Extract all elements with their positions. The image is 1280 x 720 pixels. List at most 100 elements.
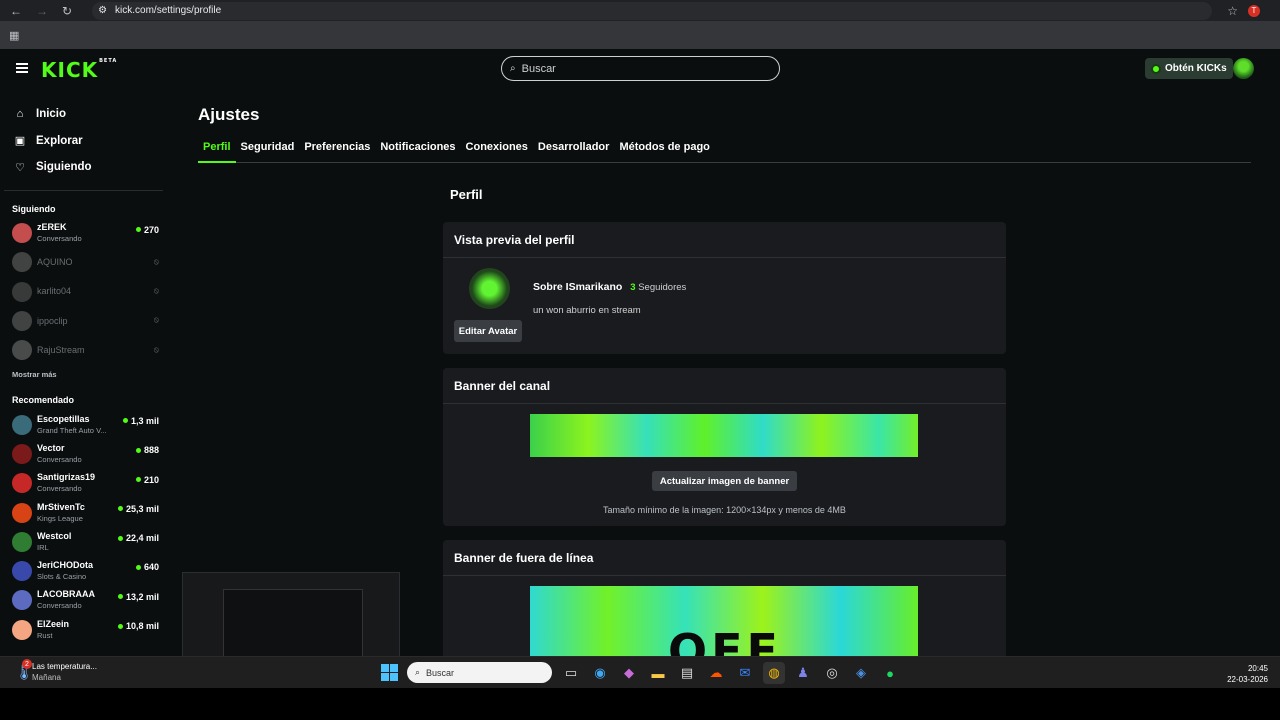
get-kicks-label: Obtén KICKs bbox=[1165, 63, 1227, 74]
channel-item[interactable]: LACOBRAAA Conversando 13,2 mil bbox=[0, 586, 172, 615]
channel-item[interactable]: JeriCHODota Slots & Casino 640 bbox=[0, 556, 172, 585]
followers-count: 3 bbox=[630, 282, 636, 293]
address-bar[interactable]: ⚙ kick.com/settings/profile bbox=[92, 1, 1213, 20]
channel-item[interactable]: karlito04 ⦸ bbox=[0, 277, 172, 306]
kick-logo[interactable]: KICKBETA bbox=[41, 58, 117, 82]
channel-avatar bbox=[12, 223, 32, 244]
channel-item[interactable]: ElZeein Rust 10,8 mil bbox=[0, 615, 172, 644]
menu-icon[interactable] bbox=[16, 63, 28, 73]
soundcloud-icon[interactable]: ☁ bbox=[705, 662, 727, 684]
banner-size-hint: Tamaño mínimo de la imagen: 1200×134px y… bbox=[603, 505, 846, 515]
channel-avatar bbox=[12, 252, 32, 273]
edge-icon[interactable]: ◉ bbox=[589, 662, 611, 684]
tab-metodos-de-pago[interactable]: Métodos de pago bbox=[614, 141, 714, 163]
sidebar-item-label: Explorar bbox=[36, 134, 83, 147]
search-input[interactable] bbox=[521, 62, 762, 75]
viewer-count-value: 210 bbox=[143, 474, 159, 485]
obs-icon[interactable]: ◎ bbox=[821, 662, 843, 684]
tab-preferencias[interactable]: Preferencias bbox=[299, 141, 375, 163]
following-section-title: Siguiendo bbox=[12, 203, 56, 214]
sidebar-item-inicio[interactable]: ⌂ Inicio bbox=[0, 101, 172, 128]
channel-name: MrStivenTc bbox=[37, 501, 85, 512]
edit-avatar-button[interactable]: Editar Avatar bbox=[454, 320, 522, 342]
tab-perfil[interactable]: Perfil bbox=[198, 141, 236, 163]
user-avatar[interactable] bbox=[1233, 58, 1254, 79]
file-explorer-icon[interactable]: ▬ bbox=[647, 662, 669, 684]
task-view-icon[interactable]: ▭ bbox=[560, 662, 582, 684]
viewer-count-value: 22,4 mil bbox=[125, 533, 159, 544]
apps-grid-icon[interactable]: ▦ bbox=[9, 29, 19, 42]
channel-name: Escopetillas bbox=[37, 413, 90, 424]
logo-text: KICK bbox=[41, 58, 99, 82]
browser-profile-avatar[interactable]: T bbox=[1248, 4, 1260, 17]
weather-subtitle: Mañana bbox=[32, 673, 61, 682]
live-dot-icon bbox=[117, 623, 123, 629]
card-title: Banner de fuera de línea bbox=[443, 540, 1006, 576]
bookmarks-bar: ▦ bbox=[0, 21, 1280, 49]
tab-conexiones[interactable]: Conexiones bbox=[461, 141, 533, 163]
channel-name: Westcol bbox=[37, 530, 72, 541]
channel-name: Santigrizas19 bbox=[37, 472, 96, 483]
weather-widget[interactable]: 🌡 2 Las temperatura... Mañana bbox=[14, 659, 97, 683]
system-clock[interactable]: 20:45 22-03-2026 bbox=[1227, 663, 1268, 685]
channel-category: Conversando bbox=[37, 601, 82, 611]
viewer-count: 22,4 mil bbox=[117, 533, 159, 544]
sidebar-item-siguiendo[interactable]: ♡ Siguiendo bbox=[0, 154, 172, 181]
tab-desarrollador[interactable]: Desarrollador bbox=[533, 141, 615, 163]
channel-category: Kings League bbox=[37, 513, 83, 523]
viewer-count-value: 10,8 mil bbox=[125, 621, 159, 632]
start-button-icon[interactable] bbox=[381, 664, 398, 681]
screen-preview-thumbnail[interactable] bbox=[182, 572, 400, 656]
section-title: Perfil bbox=[450, 187, 483, 202]
spotify-icon[interactable]: ● bbox=[879, 662, 901, 684]
chrome-icon[interactable]: ◍ bbox=[763, 662, 785, 684]
profile-bio: un won aburrio en stream bbox=[533, 305, 641, 316]
viewer-count: 888 bbox=[135, 445, 159, 456]
teams-icon[interactable]: ♟ bbox=[792, 662, 814, 684]
thermometer-icon: 🌡 2 bbox=[14, 659, 35, 681]
live-dot-icon bbox=[117, 594, 123, 600]
channel-item[interactable]: zEREK Conversando 270 bbox=[0, 219, 172, 248]
roblox-icon[interactable]: ◈ bbox=[850, 662, 872, 684]
outlook-icon[interactable]: ✉ bbox=[734, 662, 756, 684]
sidebar: ⌂ Inicio ▣ Explorar ♡ Siguiendo Siguiend… bbox=[0, 89, 172, 656]
show-more-link[interactable]: Mostrar más bbox=[0, 370, 172, 382]
reload-icon[interactable]: ↻ bbox=[62, 4, 72, 18]
profile-preview-card: Vista previa del perfil Editar Avatar So… bbox=[443, 222, 1006, 354]
profile-avatar bbox=[469, 268, 510, 309]
channel-item[interactable]: Vector Conversando 888 bbox=[0, 439, 172, 468]
tab-notificaciones[interactable]: Notificaciones bbox=[375, 141, 460, 163]
channel-item[interactable]: RajuStream ⦸ bbox=[0, 336, 172, 365]
update-banner-button[interactable]: Actualizar imagen de banner bbox=[652, 471, 797, 491]
bookmark-star-icon[interactable]: ☆ bbox=[1227, 4, 1238, 18]
followers-label: Seguidores bbox=[638, 282, 687, 293]
taskbar-search[interactable]: ⌕ Buscar bbox=[407, 662, 552, 683]
viewer-count: 210 bbox=[135, 474, 159, 485]
site-info-icon[interactable]: ⚙ bbox=[98, 5, 107, 16]
live-dot-icon bbox=[135, 564, 141, 570]
viewer-count-value: 888 bbox=[143, 445, 159, 456]
channel-item[interactable]: ippoclip ⦸ bbox=[0, 306, 172, 335]
kicks-coin-icon bbox=[1151, 63, 1161, 74]
sidebar-main-nav: ⌂ Inicio ▣ Explorar ♡ Siguiendo bbox=[0, 89, 172, 181]
home-icon: ⌂ bbox=[16, 108, 24, 121]
channel-item[interactable]: Escopetillas Grand Theft Auto V... 1,3 mi… bbox=[0, 410, 172, 439]
channel-item[interactable]: Santigrizas19 Conversando 210 bbox=[0, 469, 172, 498]
channel-name: RajuStream bbox=[37, 344, 85, 355]
tab-seguridad[interactable]: Seguridad bbox=[236, 141, 300, 163]
offline-banner-text: OFF bbox=[668, 624, 782, 656]
store-icon[interactable]: ▤ bbox=[676, 662, 698, 684]
channel-category: Grand Theft Auto V... bbox=[37, 425, 107, 435]
back-icon[interactable]: ← bbox=[10, 4, 22, 18]
viewer-count-value: 1,3 mil bbox=[130, 415, 159, 426]
channel-item[interactable]: MrStivenTc Kings League 25,3 mil bbox=[0, 498, 172, 527]
search-bar[interactable]: ⌕ bbox=[501, 56, 780, 81]
offline-banner-image: OFF bbox=[530, 586, 918, 656]
forward-icon[interactable]: → bbox=[36, 4, 48, 18]
copilot-icon[interactable]: ◆ bbox=[618, 662, 640, 684]
taskbar-search-label: Buscar bbox=[426, 667, 455, 678]
channel-item[interactable]: Westcol IRL 22,4 mil bbox=[0, 527, 172, 556]
sidebar-item-explorar[interactable]: ▣ Explorar bbox=[0, 128, 172, 155]
get-kicks-button[interactable]: Obtén KICKs bbox=[1145, 58, 1233, 79]
channel-item[interactable]: AQUINO ⦸ bbox=[0, 248, 172, 277]
